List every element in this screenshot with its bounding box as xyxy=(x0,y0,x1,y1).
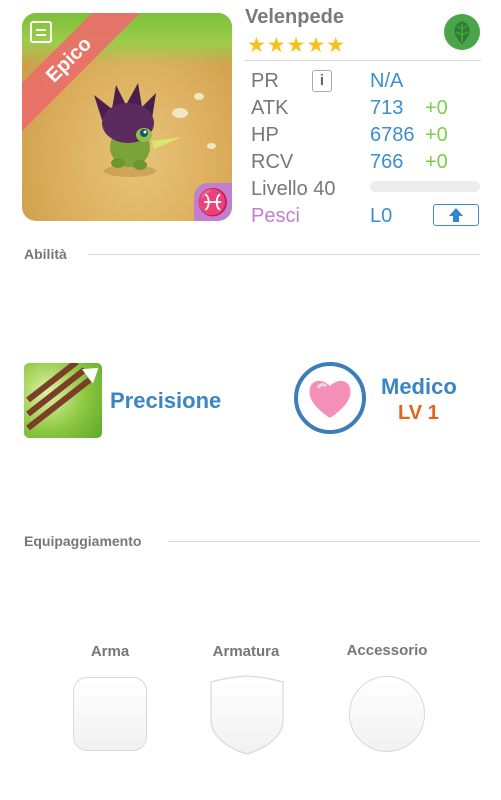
equipment-divider xyxy=(168,541,480,542)
level-label: Livello 40 xyxy=(251,178,336,200)
weapon-label: Arma xyxy=(90,643,130,660)
passive-ability-badge[interactable] xyxy=(294,362,366,434)
xp-progress-bar xyxy=(370,181,480,192)
upgrade-sign-button[interactable] xyxy=(433,204,479,226)
clipboard-icon[interactable] xyxy=(30,21,52,43)
leaf-icon xyxy=(444,14,480,50)
arrows-skill-icon[interactable] xyxy=(24,363,102,438)
ground-spot xyxy=(194,93,204,100)
skill-name: Precisione xyxy=(110,388,222,413)
atk-value: 713 xyxy=(370,97,404,119)
hp-bonus: +0 xyxy=(425,124,448,146)
rarity-stars: ★★★★★ xyxy=(247,34,347,57)
abilities-section-label: Abilità xyxy=(24,246,67,262)
creature-portrait-card[interactable]: Epico ♓ xyxy=(22,13,232,221)
equipment-section-label: Equipaggiamento xyxy=(24,533,142,549)
rcv-value: 766 xyxy=(370,151,404,173)
header-divider xyxy=(245,60,481,61)
abilities-divider xyxy=(88,254,480,255)
hp-value: 6786 xyxy=(370,124,415,146)
sign-level: L0 xyxy=(370,205,393,227)
passive-ability-level: LV 1 xyxy=(398,402,439,424)
accessory-label: Accessorio xyxy=(346,642,428,659)
info-button[interactable]: i xyxy=(312,70,332,92)
pr-value: N/A xyxy=(370,70,404,92)
passive-ability-name: Medico xyxy=(381,374,457,399)
heart-icon xyxy=(309,380,351,418)
weapon-slot[interactable] xyxy=(73,677,147,751)
ground-spot xyxy=(207,143,216,149)
creature-name: Velenpede xyxy=(245,6,344,28)
rcv-label: RCV xyxy=(251,151,294,173)
arrow-up-icon xyxy=(449,208,463,222)
pr-label: PR xyxy=(251,70,279,92)
accessory-slot[interactable] xyxy=(349,676,425,752)
armor-label: Armatura xyxy=(212,643,280,660)
atk-bonus: +0 xyxy=(425,97,448,119)
rcv-bonus: +0 xyxy=(425,151,448,173)
armor-slot[interactable] xyxy=(209,674,285,756)
pisces-icon: ♓ xyxy=(194,183,232,221)
hp-label: HP xyxy=(251,124,279,146)
atk-label: ATK xyxy=(251,97,289,119)
sign-label: Pesci xyxy=(251,205,300,227)
